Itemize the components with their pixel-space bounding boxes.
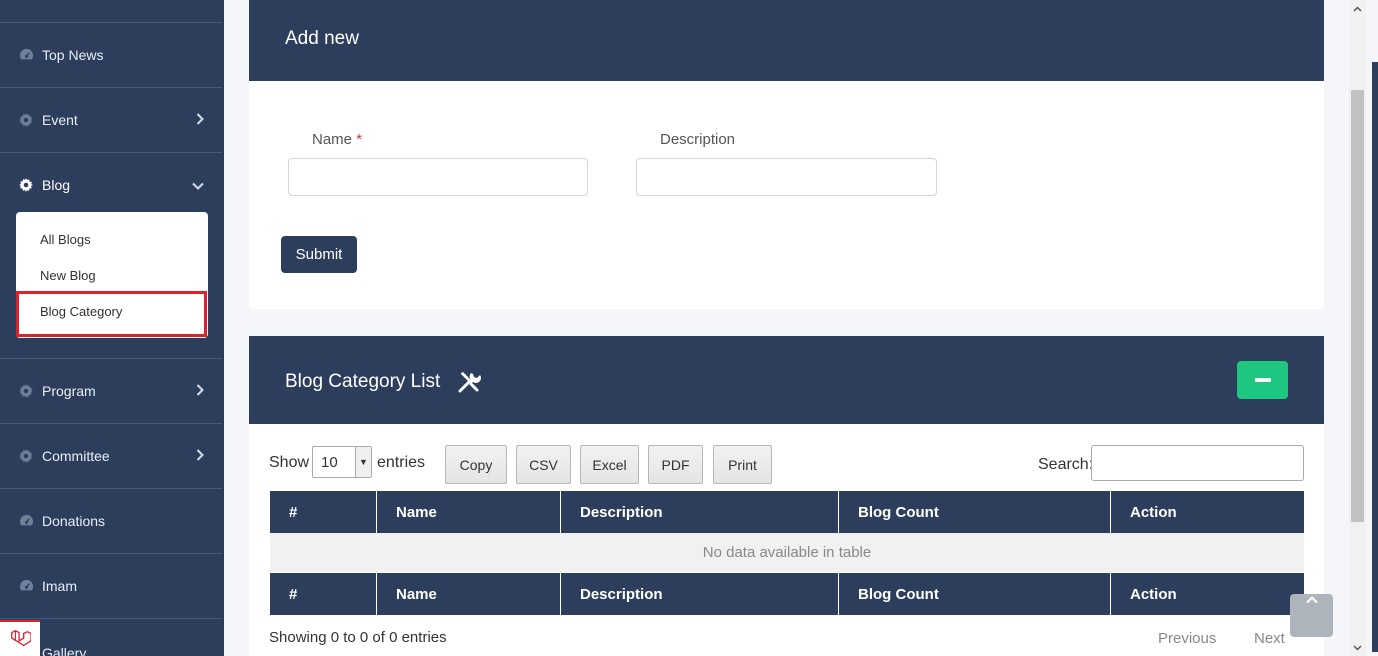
- sidebar-item-program[interactable]: Program: [0, 358, 222, 422]
- scroll-up-arrow-icon[interactable]: [1349, 0, 1366, 17]
- csv-button[interactable]: CSV: [516, 445, 571, 484]
- chevron-right-icon: [196, 383, 204, 399]
- search-label: Search:: [1038, 456, 1094, 473]
- page-length-value: 10: [321, 454, 338, 471]
- chevron-down-icon: ▼: [355, 447, 371, 477]
- active-item-highlight: [16, 291, 207, 337]
- gear-icon: [18, 383, 34, 399]
- gear-icon: [18, 448, 34, 464]
- excel-button[interactable]: Excel: [580, 445, 639, 484]
- column-header-description[interactable]: Description: [560, 491, 838, 533]
- sidebar-item-label: Gallery: [42, 645, 87, 656]
- name-label: Name *: [312, 131, 363, 148]
- dashboard-icon: [18, 47, 34, 63]
- list-card-body: Show 10 ▼ entries Copy CSV Excel PDF Pri…: [249, 424, 1324, 656]
- dashboard-icon: [18, 513, 34, 529]
- description-input[interactable]: [636, 158, 937, 196]
- collapse-button[interactable]: [1237, 361, 1288, 399]
- chevron-down-icon: [192, 177, 204, 193]
- column-footer-index: #: [289, 585, 298, 603]
- column-header-name[interactable]: Name: [376, 491, 560, 533]
- sidebar-item-top-news[interactable]: Top News: [0, 22, 222, 86]
- list-title: Blog Category List: [285, 371, 441, 392]
- minus-icon: [1254, 378, 1271, 382]
- chevron-right-icon: [196, 112, 204, 128]
- scroll-down-arrow-icon[interactable]: [1349, 639, 1366, 656]
- add-new-card-header: Add new: [249, 0, 1324, 81]
- chevron-right-icon: [196, 448, 204, 464]
- show-label: Show: [269, 454, 310, 471]
- page-length-select[interactable]: 10 ▼: [312, 446, 372, 478]
- list-card-header: Blog Category List: [249, 336, 1324, 424]
- sidebar-item-label: Event: [42, 111, 78, 128]
- sidebar-item-label: Top News: [42, 46, 104, 63]
- vertical-scrollbar[interactable]: [1349, 0, 1366, 656]
- empty-table-message: No data available in table: [270, 533, 1304, 572]
- tools-icon: [457, 370, 481, 399]
- copy-button[interactable]: Copy: [445, 445, 507, 484]
- table-footer-row: # Name Description Blog Count Action: [270, 573, 1304, 615]
- submenu-new-blog[interactable]: New Blog: [40, 268, 96, 283]
- entries-label: entries: [377, 454, 426, 471]
- sidebar-item-event[interactable]: Event: [0, 87, 222, 151]
- table-info: Showing 0 to 0 of 0 entries: [269, 629, 447, 646]
- add-new-title: Add new: [285, 28, 359, 49]
- description-label: Description: [660, 131, 736, 148]
- scrollbar-thumb[interactable]: [1351, 90, 1364, 522]
- column-header-blog-count[interactable]: Blog Count: [838, 491, 1110, 533]
- sidebar-item-blog[interactable]: Blog: [0, 152, 222, 216]
- column-footer-action: Action: [1110, 573, 1304, 615]
- add-new-card-body: Name * Description Submit: [249, 81, 1324, 309]
- sidebar-item-committee[interactable]: Committee: [0, 423, 222, 487]
- submit-button[interactable]: Submit: [281, 236, 357, 273]
- sidebar-item-donations[interactable]: Donations: [0, 488, 222, 552]
- right-edge-panel: [1366, 0, 1378, 656]
- sidebar: Top News Event Blog All Blogs New Blog B…: [0, 0, 224, 656]
- search-input[interactable]: [1091, 445, 1304, 481]
- laravel-logo-icon: [0, 620, 40, 656]
- column-footer-description: Description: [560, 573, 838, 615]
- sidebar-item-label: Donations: [42, 512, 106, 529]
- sidebar-item-imam[interactable]: Imam: [0, 553, 222, 617]
- submenu-all-blogs[interactable]: All Blogs: [40, 232, 91, 247]
- column-header-index[interactable]: #: [270, 491, 376, 533]
- sidebar-item-label: Program: [42, 382, 96, 399]
- column-footer-blog-count: Blog Count: [838, 573, 1110, 615]
- column-header-action[interactable]: Action: [1110, 491, 1304, 533]
- pdf-button[interactable]: PDF: [648, 445, 703, 484]
- required-mark: *: [356, 131, 363, 148]
- sidebar-item-label: Imam: [42, 577, 77, 594]
- chevron-up-icon: [1305, 596, 1318, 604]
- name-input[interactable]: [288, 158, 588, 196]
- next-page-button[interactable]: Next: [1254, 630, 1285, 647]
- gear-icon: [18, 112, 34, 128]
- column-footer-name: Name: [376, 573, 560, 615]
- sidebar-item-label: Committee: [42, 447, 110, 464]
- previous-page-button[interactable]: Previous: [1158, 630, 1216, 647]
- table-header-row: # Name Description Blog Count Action: [270, 491, 1304, 533]
- print-button[interactable]: Print: [713, 445, 772, 484]
- back-to-top-button[interactable]: [1290, 594, 1333, 637]
- sidebar-item-label: Blog: [42, 176, 71, 193]
- dashboard-icon: [18, 578, 34, 594]
- gear-icon: [18, 177, 34, 193]
